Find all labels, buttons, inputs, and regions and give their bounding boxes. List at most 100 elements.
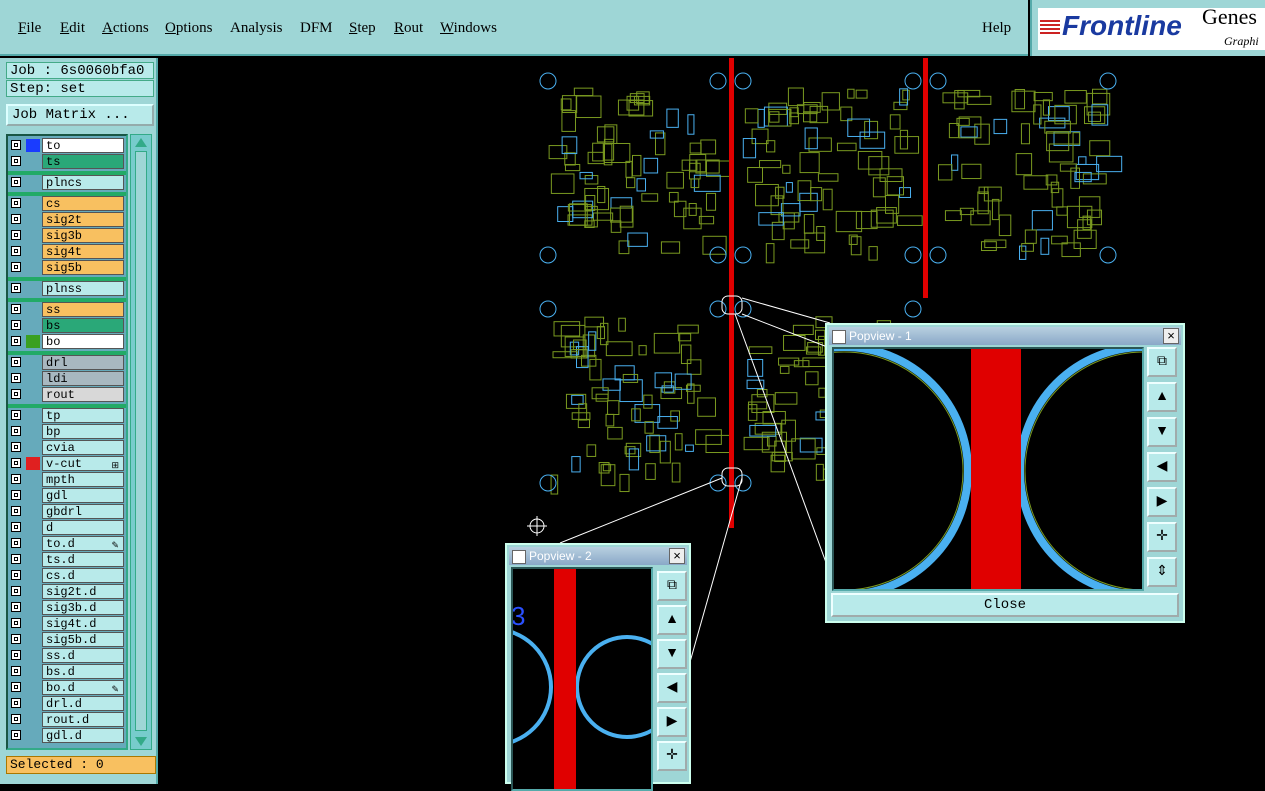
menu-file[interactable]: File xyxy=(18,20,41,37)
layer-row-sig4t[interactable]: sig4t xyxy=(8,244,126,260)
layer-checkbox[interactable] xyxy=(11,214,21,224)
layer-row-rout[interactable]: rout xyxy=(8,387,126,403)
layer-checkbox[interactable] xyxy=(11,474,21,484)
menu-analysis[interactable]: Analysis xyxy=(230,20,283,37)
scroll-up-icon[interactable] xyxy=(135,138,147,147)
layer-checkbox[interactable] xyxy=(11,156,21,166)
layer-row-sig5b.d[interactable]: sig5b.d xyxy=(8,632,126,648)
layer-row-ldi[interactable]: ldi xyxy=(8,371,126,387)
layer-row-to.d[interactable]: to.d ✎ xyxy=(8,536,126,552)
layer-row-bo.d[interactable]: bo.d ✎ xyxy=(8,680,126,696)
layer-row-cs.d[interactable]: cs.d xyxy=(8,568,126,584)
layer-row-ts[interactable]: ts xyxy=(8,154,126,170)
layer-row-cvia[interactable]: cvia xyxy=(8,440,126,456)
layer-name[interactable]: sig5b xyxy=(42,260,124,275)
layer-row-bp[interactable]: bp xyxy=(8,424,126,440)
pan-right-icon[interactable]: ▶ xyxy=(1147,487,1177,517)
popview-2-titlebar[interactable]: Popview - 2 × xyxy=(509,547,687,565)
zoom-in-icon[interactable]: ✛ xyxy=(1147,522,1177,552)
layer-checkbox[interactable] xyxy=(11,698,21,708)
layer-row-ts.d[interactable]: ts.d xyxy=(8,552,126,568)
layer-name[interactable]: gbdrl xyxy=(42,504,124,519)
layer-name[interactable]: sig4t xyxy=(42,244,124,259)
layer-row-ss[interactable]: ss xyxy=(8,302,126,318)
layer-row-drl.d[interactable]: drl.d xyxy=(8,696,126,712)
zoom-fit-icon[interactable]: ⧉ xyxy=(657,571,687,601)
layer-name[interactable]: sig3b xyxy=(42,228,124,243)
layer-name[interactable]: plncs xyxy=(42,175,124,190)
layer-row-sig2t.d[interactable]: sig2t.d xyxy=(8,584,126,600)
layer-checkbox[interactable] xyxy=(11,538,21,548)
layer-checkbox[interactable] xyxy=(11,426,21,436)
layer-checkbox[interactable] xyxy=(11,666,21,676)
layer-row-drl[interactable]: drl xyxy=(8,355,126,371)
layer-row-sig2t[interactable]: sig2t xyxy=(8,212,126,228)
layer-row-ss.d[interactable]: ss.d xyxy=(8,648,126,664)
layer-name[interactable]: ss xyxy=(42,302,124,317)
layer-name[interactable]: bp xyxy=(42,424,124,439)
layer-checkbox[interactable] xyxy=(11,682,21,692)
layer-name[interactable]: plnss xyxy=(42,281,124,296)
layer-name[interactable]: cs.d xyxy=(42,568,124,583)
layer-checkbox[interactable] xyxy=(11,490,21,500)
close-icon[interactable]: × xyxy=(1163,328,1179,344)
layer-color-swatch[interactable] xyxy=(26,139,40,152)
pan-up-icon[interactable]: ▲ xyxy=(1147,382,1177,412)
layer-checkbox[interactable] xyxy=(11,650,21,660)
menu-rout[interactable]: Rout xyxy=(394,20,423,37)
layer-checkbox[interactable] xyxy=(11,177,21,187)
zoom-out-icon[interactable]: ⇕ xyxy=(1147,557,1177,587)
popview-1-view[interactable] xyxy=(832,347,1144,591)
layer-row-sig3b[interactable]: sig3b xyxy=(8,228,126,244)
layer-name[interactable]: drl xyxy=(42,355,124,370)
layer-row-gdl[interactable]: gdl xyxy=(8,488,126,504)
layer-name[interactable]: sig2t xyxy=(42,212,124,227)
layer-name[interactable]: d xyxy=(42,520,124,535)
layer-checkbox[interactable] xyxy=(11,570,21,580)
layer-name[interactable]: cs xyxy=(42,196,124,211)
layer-checkbox[interactable] xyxy=(11,373,21,383)
layer-checkbox[interactable] xyxy=(11,336,21,346)
job-matrix-button[interactable]: Job Matrix ... xyxy=(6,104,154,126)
layer-name[interactable]: drl.d xyxy=(42,696,124,711)
layer-name[interactable]: gdl xyxy=(42,488,124,503)
layer-row-rout.d[interactable]: rout.d xyxy=(8,712,126,728)
pan-down-icon[interactable]: ▼ xyxy=(657,639,687,669)
layer-name[interactable]: ts xyxy=(42,154,124,169)
layer-checkbox[interactable] xyxy=(11,262,21,272)
pan-right-icon[interactable]: ▶ xyxy=(657,707,687,737)
pan-left-icon[interactable]: ◀ xyxy=(657,673,687,703)
layer-checkbox[interactable] xyxy=(11,357,21,367)
zoom-fit-icon[interactable]: ⧉ xyxy=(1147,347,1177,377)
layer-color-swatch[interactable] xyxy=(26,335,40,348)
layer-row-plnss[interactable]: plnss xyxy=(8,281,126,297)
zoom-in-icon[interactable]: ✛ xyxy=(657,741,687,771)
layer-name[interactable]: gdl.d xyxy=(42,728,124,743)
layer-row-sig5b[interactable]: sig5b xyxy=(8,260,126,276)
menu-actions[interactable]: Actions xyxy=(102,20,149,37)
pan-up-icon[interactable]: ▲ xyxy=(657,605,687,635)
close-icon[interactable]: × xyxy=(669,548,685,564)
layer-row-sig3b.d[interactable]: sig3b.d xyxy=(8,600,126,616)
layer-row-v-cut[interactable]: v-cut ⊞ xyxy=(8,456,126,472)
layer-name[interactable]: bs.d xyxy=(42,664,124,679)
layer-row-to[interactable]: to xyxy=(8,138,126,154)
layer-checkbox[interactable] xyxy=(11,730,21,740)
layer-name[interactable]: to xyxy=(42,138,124,153)
layer-row-cs[interactable]: cs xyxy=(8,196,126,212)
layer-row-gbdrl[interactable]: gbdrl xyxy=(8,504,126,520)
layer-row-tp[interactable]: tp xyxy=(8,408,126,424)
menu-windows[interactable]: Windows xyxy=(440,20,497,37)
layer-name[interactable]: mpth xyxy=(42,472,124,487)
menu-options[interactable]: Options xyxy=(165,20,213,37)
layer-name[interactable]: v-cut ⊞ xyxy=(42,456,124,471)
layer-checkbox[interactable] xyxy=(11,304,21,314)
menu-dfm[interactable]: DFM xyxy=(300,20,333,37)
layer-checkbox[interactable] xyxy=(11,410,21,420)
layer-name[interactable]: to.d ✎ xyxy=(42,536,124,551)
layer-checkbox[interactable] xyxy=(11,586,21,596)
layer-checkbox[interactable] xyxy=(11,442,21,452)
layer-name[interactable]: cvia xyxy=(42,440,124,455)
layer-checkbox[interactable] xyxy=(11,230,21,240)
layer-row-mpth[interactable]: mpth xyxy=(8,472,126,488)
